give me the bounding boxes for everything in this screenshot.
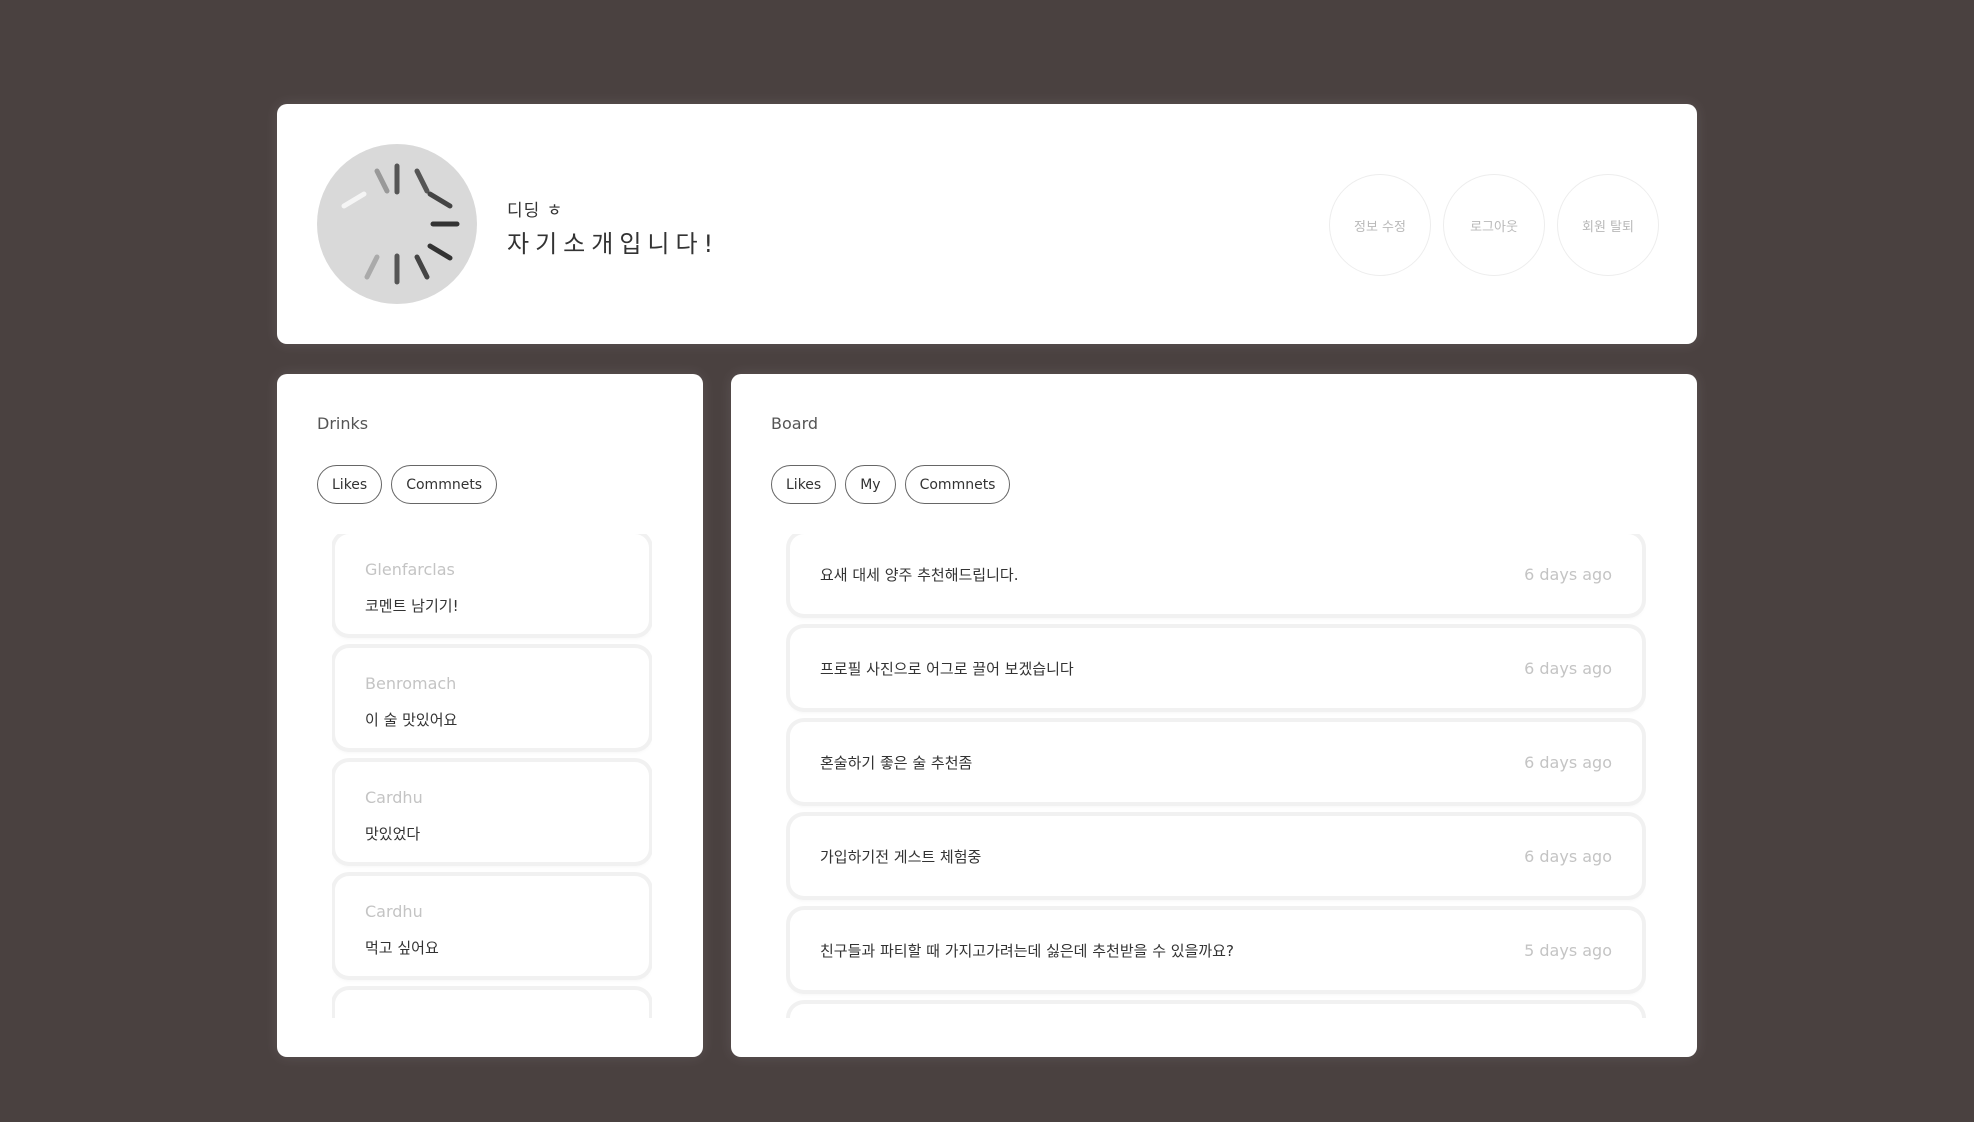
drinks-card: Drinks Likes Commnets Glenfarclas 코멘트 남기…	[277, 374, 703, 1057]
board-tab-likes[interactable]: Likes	[771, 465, 837, 504]
board-title: Board	[771, 414, 819, 433]
profile-intro: 자기소개입니다!	[507, 230, 720, 258]
post-item[interactable]: 프로필 사진으로 어그로 끌어 보겠습니다 6 days ago	[790, 628, 1642, 708]
logout-button[interactable]: 로그아웃	[1443, 174, 1545, 276]
withdraw-button[interactable]: 회원 탈퇴	[1557, 174, 1659, 276]
drink-item[interactable]: Benromach 이 술 맛있어요	[335, 648, 649, 748]
post-item[interactable]: 친구들과 파티할 때 가지고가려는데 싫은데 추천받을 수 있을까요? 5 da…	[790, 910, 1642, 990]
drink-comment: 먹고 싶어요	[365, 939, 439, 957]
post-title: 혼술하기 좋은 술 추천좀	[820, 753, 973, 772]
drinks-tabs: Likes Commnets	[317, 465, 498, 504]
drink-name: Glenfarclas	[365, 560, 455, 579]
post-item[interactable]: 혼술하기 좋은 술 추천좀 6 days ago	[790, 722, 1642, 802]
drink-comment: 코멘트 남기기!	[365, 597, 459, 615]
post-title: 친구들과 파티할 때 가지고가려는데 싫은데 추천받을 수 있을까요?	[820, 941, 1234, 960]
drink-comment: 이 술 맛있어요	[365, 711, 458, 729]
post-item-partial[interactable]	[790, 1004, 1642, 1018]
drink-item[interactable]: Glenfarclas 코멘트 남기기!	[335, 534, 649, 634]
avatar	[317, 144, 477, 304]
post-title: 프로필 사진으로 어그로 끌어 보겠습니다	[820, 659, 1074, 678]
post-title: 요새 대세 양주 추천해드립니다.	[820, 565, 1019, 584]
drink-name: Cardhu	[365, 902, 423, 921]
post-time: 6 days ago	[1524, 658, 1612, 678]
drink-item[interactable]: Cardhu 맛있었다	[335, 762, 649, 862]
post-time: 6 days ago	[1524, 752, 1612, 772]
post-time: 6 days ago	[1524, 846, 1612, 866]
drinks-tab-likes[interactable]: Likes	[317, 465, 383, 504]
drink-name: Cardhu	[365, 788, 423, 807]
loading-spinner-icon	[341, 163, 460, 285]
drinks-tab-comments[interactable]: Commnets	[391, 465, 498, 504]
profile-card: 디딩 ㅎ 자기소개입니다! 정보 수정 로그아웃 회원 탈퇴	[277, 104, 1697, 344]
post-time: 5 days ago	[1524, 940, 1612, 960]
drink-item[interactable]: Cardhu 먹고 싶어요	[335, 876, 649, 976]
edit-profile-button[interactable]: 정보 수정	[1329, 174, 1431, 276]
nickname: 디딩 ㅎ	[507, 201, 564, 221]
board-tab-comments[interactable]: Commnets	[904, 465, 1011, 504]
drinks-list[interactable]: Glenfarclas 코멘트 남기기! Benromach 이 술 맛있어요 …	[332, 534, 652, 1018]
drink-item-partial[interactable]	[335, 990, 649, 1018]
post-item[interactable]: 가입하기전 게스트 체험중 6 days ago	[790, 816, 1642, 896]
board-tab-my[interactable]: My	[845, 465, 896, 504]
drinks-title: Drinks	[317, 414, 369, 433]
drink-name: Benromach	[365, 674, 457, 693]
board-tabs: Likes My Commnets	[771, 465, 1011, 504]
board-post-list[interactable]: 요새 대세 양주 추천해드립니다. 6 days ago 프로필 사진으로 어그…	[786, 534, 1646, 1018]
post-time: 6 days ago	[1524, 564, 1612, 584]
drink-comment: 맛있었다	[365, 825, 421, 843]
post-item[interactable]: 요새 대세 양주 추천해드립니다. 6 days ago	[790, 534, 1642, 614]
board-card: Board Likes My Commnets 요새 대세 양주 추천해드립니다…	[731, 374, 1697, 1057]
post-title: 가입하기전 게스트 체험중	[820, 847, 982, 866]
